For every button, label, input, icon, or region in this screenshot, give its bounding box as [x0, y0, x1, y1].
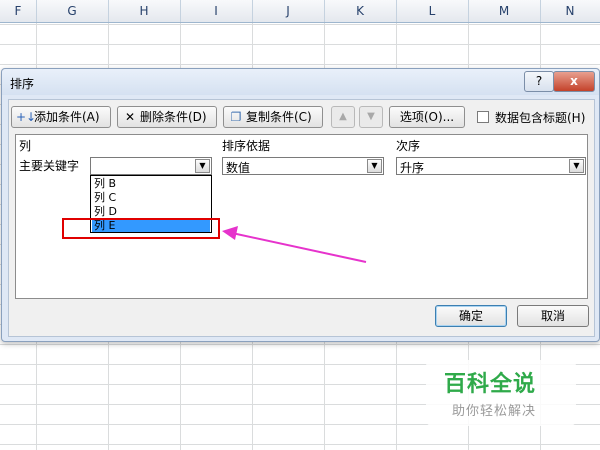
watermark-logo: 百科全说 [444, 372, 537, 397]
watermark: 百科全说 助你轻松解决 [426, 360, 576, 426]
watermark-tagline: 助你轻松解决 [452, 404, 537, 419]
